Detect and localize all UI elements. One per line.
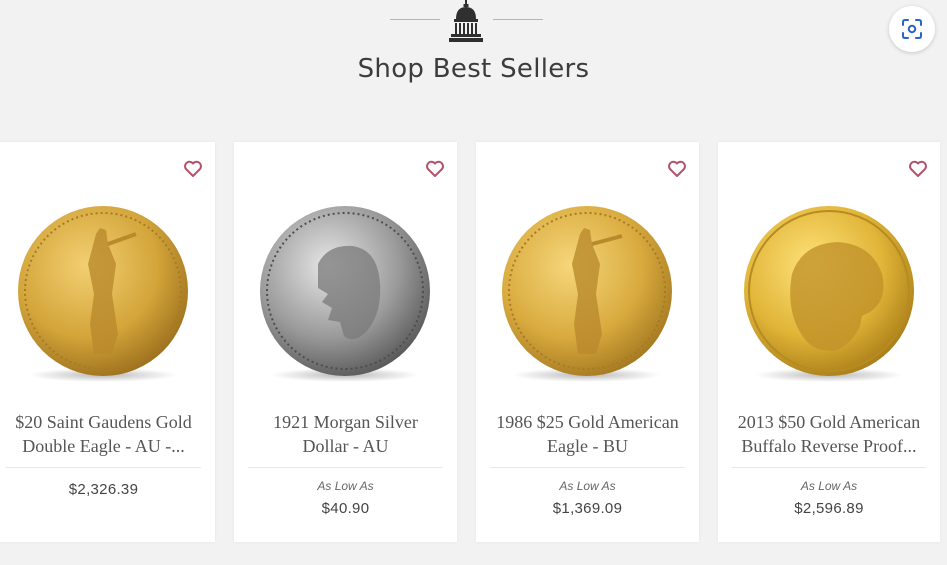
- product-price: $2,326.39: [68, 481, 139, 498]
- card-divider: [732, 467, 926, 468]
- page-title: Shop Best Sellers: [357, 54, 590, 84]
- product-card[interactable]: 2013 $50 Gold American Buffalo Reverse P…: [718, 142, 940, 542]
- product-price: $40.90: [321, 500, 370, 517]
- scan-button[interactable]: [889, 6, 935, 52]
- product-name-line-1: 1921 Morgan Silver: [273, 412, 418, 432]
- gold-coin-image: [502, 206, 672, 376]
- header-divider-left: [390, 19, 440, 20]
- product-name[interactable]: 2013 $50 Gold American Buffalo Reverse P…: [718, 410, 940, 458]
- heart-outline-icon[interactable]: [908, 160, 928, 178]
- product-name-line-2: Double Eagle - AU -...: [22, 436, 185, 456]
- scan-lens-icon: [902, 19, 922, 39]
- heart-outline-icon[interactable]: [183, 160, 203, 178]
- gold-coin-image: [18, 206, 188, 376]
- product-name-line-1: 1986 $25 Gold American: [496, 412, 679, 432]
- header-divider-right: [493, 19, 543, 20]
- silver-coin-image: [260, 206, 430, 376]
- product-name-line-2: Dollar - AU: [302, 436, 389, 456]
- as-low-as-label: As Low As: [317, 479, 374, 493]
- card-divider: [248, 467, 443, 468]
- gold-coin-image: [744, 206, 914, 376]
- card-divider: [6, 467, 201, 468]
- capitol-dome-icon: [449, 0, 483, 42]
- product-name[interactable]: 1986 $25 Gold American Eagle - BU: [476, 410, 699, 458]
- section-header: Shop Best Sellers: [0, 0, 947, 110]
- heart-outline-icon[interactable]: [667, 160, 687, 178]
- product-name[interactable]: $20 Saint Gaudens Gold Double Eagle - AU…: [0, 410, 215, 458]
- heart-outline-icon[interactable]: [425, 160, 445, 178]
- product-price: $1,369.09: [552, 500, 623, 517]
- as-low-as-label: As Low As: [559, 479, 616, 493]
- product-name[interactable]: 1921 Morgan Silver Dollar - AU: [234, 410, 457, 458]
- as-low-as-label: As Low As: [800, 479, 858, 493]
- product-price: $2,596.89: [794, 500, 864, 517]
- product-name-line-2: Eagle - BU: [547, 436, 628, 456]
- product-card[interactable]: 1986 $25 Gold American Eagle - BU As Low…: [476, 142, 699, 542]
- product-name-line-1: $20 Saint Gaudens Gold: [15, 412, 192, 432]
- product-name-line-1: 2013 $50 Gold American: [737, 412, 921, 432]
- product-name-line-2: Buffalo Reverse Proof...: [741, 436, 917, 456]
- product-card[interactable]: $20 Saint Gaudens Gold Double Eagle - AU…: [0, 142, 215, 542]
- card-divider: [490, 467, 685, 468]
- product-card[interactable]: 1921 Morgan Silver Dollar - AU As Low As…: [234, 142, 457, 542]
